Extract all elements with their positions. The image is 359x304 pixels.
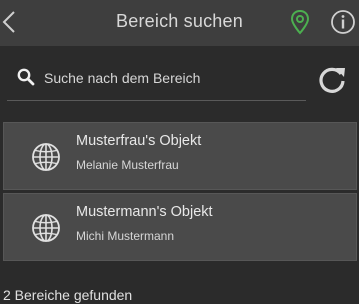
search-input[interactable] [44,68,294,88]
list-item[interactable]: Mustermann's Objekt Michi Mustermann [3,193,357,261]
map-pin-icon[interactable] [290,9,310,35]
refresh-icon[interactable] [317,64,347,94]
item-subtitle: Michi Mustermann [76,229,175,243]
item-title: Musterfrau's Objekt [76,133,202,149]
globe-icon [32,143,60,171]
results-list: Musterfrau's Objekt Melanie Musterfrau M… [3,122,357,264]
info-icon[interactable] [330,9,356,35]
search-underline [7,100,306,101]
app-header: Bereich suchen [0,0,359,46]
globe-icon [32,214,60,242]
item-subtitle: Melanie Musterfrau [76,158,179,172]
results-count-status: 2 Bereiche gefunden [3,287,133,303]
search-icon [17,68,35,86]
list-item[interactable]: Musterfrau's Objekt Melanie Musterfrau [3,122,357,190]
search-bar [0,46,359,112]
item-title: Mustermann's Objekt [76,204,213,220]
